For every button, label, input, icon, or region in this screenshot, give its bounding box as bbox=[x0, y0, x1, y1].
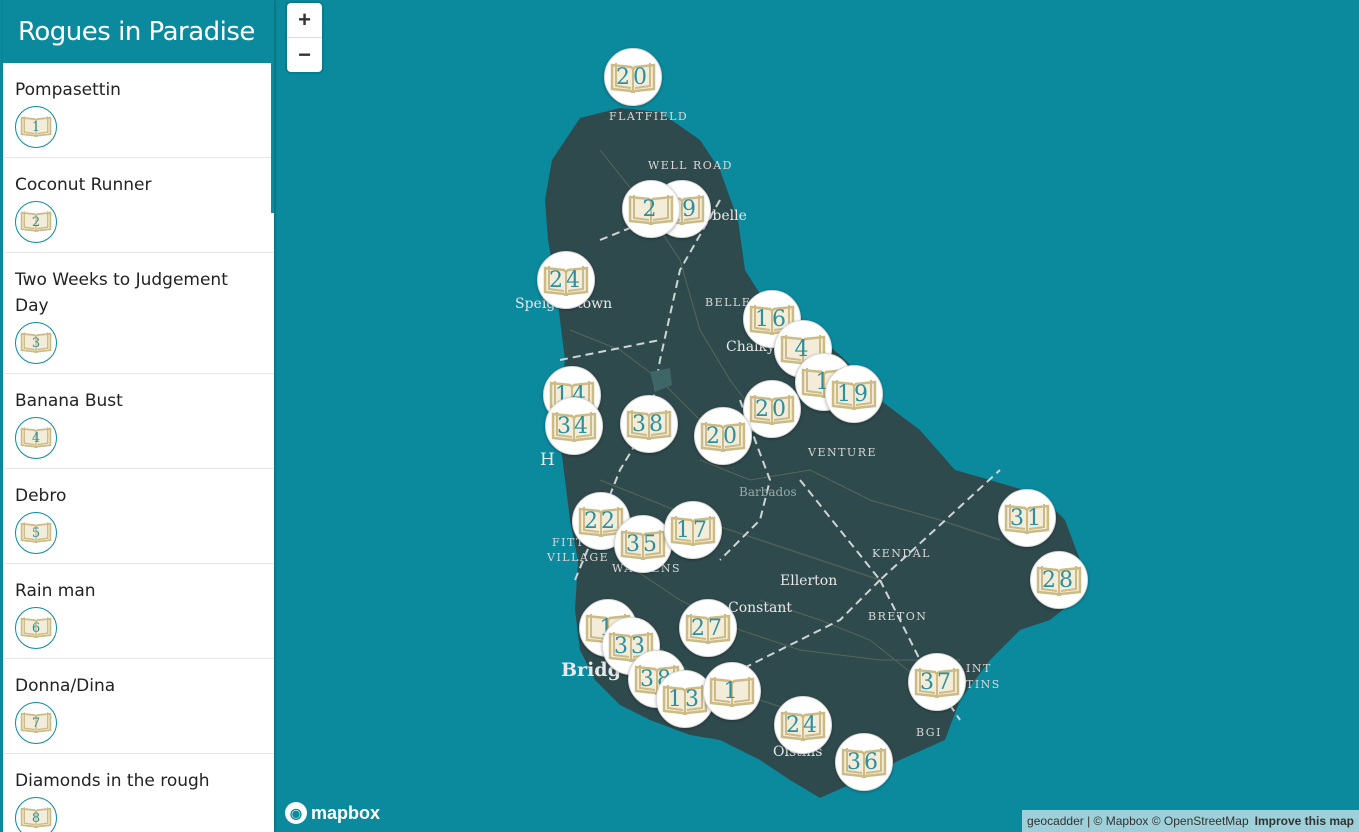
marker-number: 20 bbox=[755, 396, 789, 422]
marker-number: 17 bbox=[676, 517, 710, 543]
story-item[interactable]: Rain man 6 bbox=[3, 564, 274, 659]
story-number: 1 bbox=[31, 119, 41, 135]
marker-number: 36 bbox=[847, 749, 881, 775]
place-label: VENTURE bbox=[808, 446, 878, 459]
story-number: 8 bbox=[31, 810, 41, 826]
story-marker[interactable]: 2 bbox=[622, 180, 680, 238]
book-badge[interactable]: 3 bbox=[15, 322, 57, 364]
marker-number: 19 bbox=[837, 381, 871, 407]
story-title[interactable]: Two Weeks to Judgement Day bbox=[15, 267, 262, 319]
place-label: BRETON bbox=[868, 610, 928, 623]
marker-number: 24 bbox=[549, 267, 583, 293]
book-badge[interactable]: 6 bbox=[15, 607, 57, 649]
story-title[interactable]: Diamonds in the rough bbox=[15, 768, 262, 794]
marker-number: 2 bbox=[642, 196, 660, 222]
zoom-out-button[interactable]: − bbox=[287, 38, 322, 72]
story-number: 4 bbox=[31, 430, 41, 446]
story-title[interactable]: Debro bbox=[15, 483, 262, 509]
marker-number: 27 bbox=[691, 615, 725, 641]
story-list: Pompasettin 1 Coconut Runner 2 Two Weeks to … bbox=[3, 63, 274, 832]
place-label: KENDAL bbox=[872, 547, 931, 560]
place-label: VILLAGE bbox=[547, 551, 610, 564]
town-label: Ellerton bbox=[780, 573, 838, 589]
place-label: INT bbox=[966, 662, 992, 675]
story-marker[interactable]: 20 bbox=[743, 380, 801, 438]
mapbox-mark-icon: ◉ bbox=[285, 802, 307, 824]
marker-number: 20 bbox=[706, 423, 740, 449]
story-item[interactable]: Debro 5 bbox=[3, 469, 274, 564]
story-marker[interactable]: 27 bbox=[679, 599, 737, 657]
town-label: Constant bbox=[728, 600, 792, 616]
story-title[interactable]: Donna/Dina bbox=[15, 673, 262, 699]
improve-map-link[interactable]: Improve this map bbox=[1255, 814, 1354, 828]
attribution-text[interactable]: geocadder | © Mapbox © OpenStreetMap bbox=[1027, 814, 1249, 828]
zoom-in-button[interactable]: + bbox=[287, 3, 322, 38]
story-item[interactable]: Coconut Runner 2 bbox=[3, 158, 274, 253]
marker-number: 22 bbox=[584, 508, 618, 534]
story-marker[interactable]: 28 bbox=[1030, 551, 1088, 609]
story-number: 3 bbox=[31, 335, 41, 351]
story-item[interactable]: Banana Bust 4 bbox=[3, 374, 274, 469]
story-marker[interactable]: 24 bbox=[774, 696, 832, 754]
place-label: BGI bbox=[916, 726, 942, 739]
marker-number: 38 bbox=[632, 411, 666, 437]
book-badge[interactable]: 1 bbox=[15, 106, 57, 148]
story-title[interactable]: Banana Bust bbox=[15, 388, 262, 414]
marker-number: 24 bbox=[786, 712, 820, 738]
place-label: FLATFIELD bbox=[609, 110, 689, 123]
marker-number: 13 bbox=[668, 686, 702, 712]
app-title: Rogues in Paradise bbox=[18, 16, 255, 47]
story-item[interactable]: Two Weeks to Judgement Day 3 bbox=[3, 253, 274, 374]
story-title[interactable]: Pompasettin bbox=[15, 77, 262, 103]
sidebar: Rogues in Paradise Pompasettin 1 Coconut R… bbox=[3, 0, 274, 832]
marker-number: 34 bbox=[557, 413, 591, 439]
marker-number: 20 bbox=[616, 64, 650, 90]
book-badge[interactable]: 8 bbox=[15, 797, 57, 832]
story-item[interactable]: Donna/Dina 7 bbox=[3, 659, 274, 754]
story-title[interactable]: Coconut Runner bbox=[15, 172, 262, 198]
story-marker[interactable]: 38 bbox=[620, 395, 678, 453]
mapbox-logo-text: mapbox bbox=[311, 802, 381, 823]
story-marker[interactable]: 36 bbox=[835, 733, 893, 791]
story-marker[interactable]: 19 bbox=[825, 365, 883, 423]
town-label: Barbados bbox=[739, 485, 797, 499]
story-marker[interactable]: 24 bbox=[537, 251, 595, 309]
book-badge[interactable]: 5 bbox=[15, 512, 57, 554]
story-number: 2 bbox=[31, 214, 41, 230]
marker-number: 31 bbox=[1010, 505, 1044, 531]
marker-number: 28 bbox=[1042, 567, 1076, 593]
story-number: 5 bbox=[31, 525, 41, 541]
story-item[interactable]: Pompasettin 1 bbox=[3, 63, 274, 158]
town-label: H bbox=[540, 450, 555, 470]
story-item[interactable]: Diamonds in the rough 8 bbox=[3, 754, 274, 832]
marker-number: 35 bbox=[626, 531, 660, 557]
story-title[interactable]: Rain man bbox=[15, 578, 262, 604]
story-marker[interactable]: 35 bbox=[614, 515, 672, 573]
mapbox-logo[interactable]: ◉ mapbox bbox=[285, 802, 380, 824]
marker-number: 1 bbox=[723, 678, 741, 704]
story-number: 6 bbox=[31, 620, 41, 636]
book-badge[interactable]: 4 bbox=[15, 417, 57, 459]
story-marker[interactable]: 20 bbox=[694, 407, 752, 465]
scrollbar-thumb[interactable] bbox=[271, 63, 274, 213]
place-label: TINS bbox=[966, 678, 1001, 691]
story-marker[interactable]: 1 bbox=[703, 662, 761, 720]
story-number: 7 bbox=[31, 715, 41, 731]
place-label: WELL ROAD bbox=[648, 159, 734, 172]
book-badge[interactable]: 2 bbox=[15, 201, 57, 243]
marker-number: 37 bbox=[920, 669, 954, 695]
story-marker[interactable]: 34 bbox=[545, 397, 603, 455]
story-marker[interactable]: 37 bbox=[908, 653, 966, 711]
story-marker[interactable]: 31 bbox=[998, 489, 1056, 547]
sidebar-header: Rogues in Paradise bbox=[3, 0, 274, 63]
map-attribution: geocadder | © Mapbox © OpenStreetMap Imp… bbox=[1022, 810, 1359, 832]
book-badge[interactable]: 7 bbox=[15, 702, 57, 744]
story-marker[interactable]: 20 bbox=[604, 48, 662, 106]
story-marker[interactable]: 17 bbox=[664, 501, 722, 559]
zoom-control: + − bbox=[287, 3, 322, 72]
